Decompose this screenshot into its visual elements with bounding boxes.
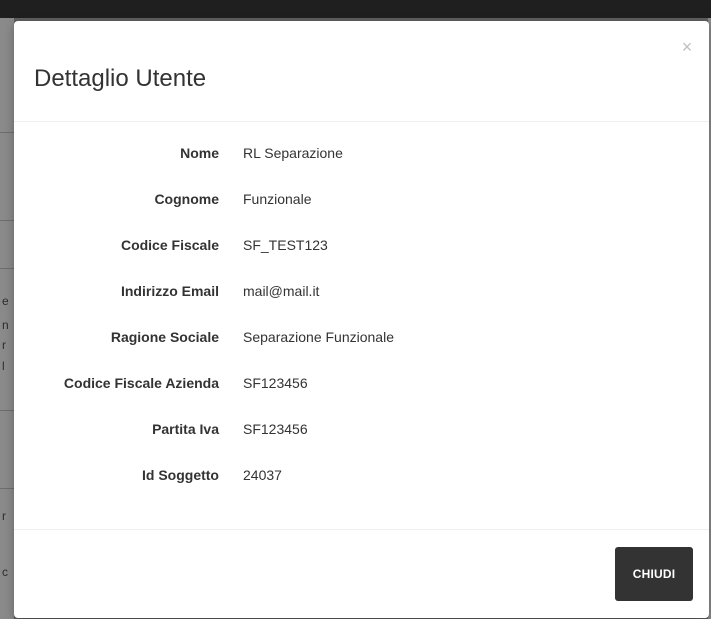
detail-row-codice-fiscale: Codice Fiscale SF_TEST123 xyxy=(14,232,709,278)
detail-row-indirizzo-email: Indirizzo Email mail@mail.it xyxy=(14,278,709,324)
detail-label-ragione-sociale: Ragione Sociale xyxy=(110,329,219,345)
detail-label-nome: Nome xyxy=(180,145,219,161)
detail-value-codice-fiscale: SF_TEST123 xyxy=(243,237,328,253)
detail-row-nome: Nome RL Separazione xyxy=(14,140,709,186)
modal-footer: CHIUDI xyxy=(14,530,709,618)
detail-row-cognome: Cognome Funzionale xyxy=(14,186,709,232)
detail-label-codice-fiscale-azienda: Codice Fiscale Azienda xyxy=(63,375,219,391)
detail-row-ragione-sociale: Ragione Sociale Separazione Funzionale xyxy=(14,324,709,370)
detail-label-cognome: Cognome xyxy=(154,191,219,207)
background-page-edge: e n r l r c xyxy=(0,18,14,619)
background-text-fragment: c xyxy=(2,565,8,579)
detail-value-cognome: Funzionale xyxy=(243,191,312,207)
background-header xyxy=(0,0,711,18)
detail-value-id-soggetto: 24037 xyxy=(243,467,282,483)
detail-label-indirizzo-email: Indirizzo Email xyxy=(120,283,219,299)
detail-label-codice-fiscale: Codice Fiscale xyxy=(120,237,219,253)
detail-row-partita-iva: Partita Iva SF123456 xyxy=(14,416,709,462)
background-divider xyxy=(0,220,14,221)
close-icon[interactable]: × xyxy=(677,37,697,57)
background-text-fragment: n xyxy=(2,318,9,332)
detail-value-nome: RL Separazione xyxy=(243,145,343,161)
user-detail-list: Nome RL Separazione Cognome Funzionale C… xyxy=(14,122,709,530)
background-text-fragment: r xyxy=(2,338,6,352)
background-divider xyxy=(0,410,14,411)
modal-title: Dettaglio Utente xyxy=(34,65,207,92)
background-divider xyxy=(0,488,14,489)
modal-header: Dettaglio Utente × xyxy=(14,21,709,122)
chiudi-button[interactable]: CHIUDI xyxy=(615,547,693,601)
background-text-fragment: e xyxy=(2,294,9,308)
detail-label-id-soggetto: Id Soggetto xyxy=(142,467,219,483)
background-text-fragment: r xyxy=(2,509,6,523)
detail-row-codice-fiscale-azienda: Codice Fiscale Azienda SF123456 xyxy=(14,370,709,416)
background-divider xyxy=(0,132,14,133)
background-text-fragment: l xyxy=(2,359,5,373)
detail-value-ragione-sociale: Separazione Funzionale xyxy=(243,329,394,345)
detail-row-id-soggetto: Id Soggetto 24037 xyxy=(14,462,709,508)
background-divider xyxy=(0,268,14,269)
detail-value-indirizzo-email: mail@mail.it xyxy=(243,283,320,299)
user-detail-modal: Dettaglio Utente × Nome RL Separazione C… xyxy=(14,21,709,618)
detail-value-codice-fiscale-azienda: SF123456 xyxy=(243,375,308,391)
detail-label-partita-iva: Partita Iva xyxy=(152,421,219,437)
detail-value-partita-iva: SF123456 xyxy=(243,421,308,437)
